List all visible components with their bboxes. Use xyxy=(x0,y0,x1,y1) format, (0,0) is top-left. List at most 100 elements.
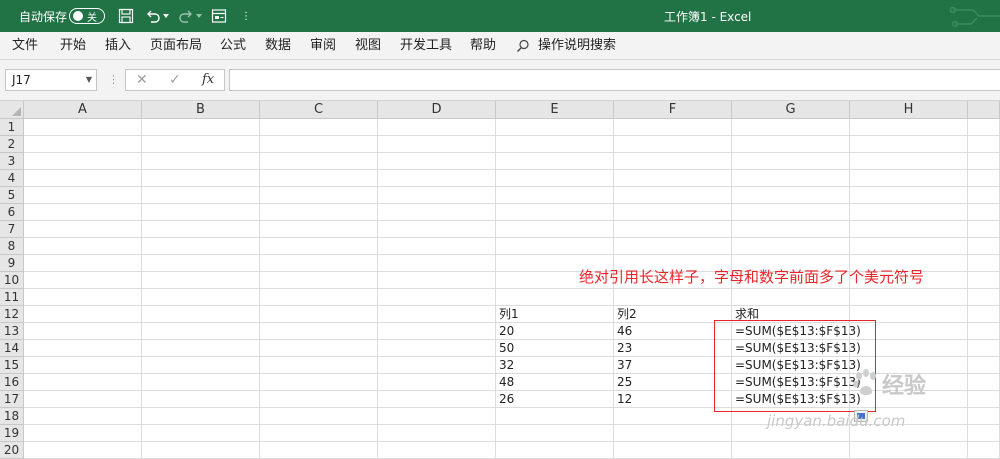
form-icon[interactable] xyxy=(211,8,227,24)
cell-c9[interactable] xyxy=(260,255,378,272)
column-header-g[interactable]: G xyxy=(732,101,850,119)
cell-d2[interactable] xyxy=(378,136,496,153)
cell-a13[interactable] xyxy=(24,323,142,340)
cell-a9[interactable] xyxy=(24,255,142,272)
save-icon[interactable] xyxy=(118,8,134,24)
undo-dropdown-icon[interactable] xyxy=(163,14,169,18)
cell-i7[interactable] xyxy=(968,221,1000,238)
cell-d17[interactable] xyxy=(378,391,496,408)
cell-d3[interactable] xyxy=(378,153,496,170)
cell-e15[interactable]: 32 xyxy=(496,357,614,374)
cell-e18[interactable] xyxy=(496,408,614,425)
cell-i12[interactable] xyxy=(968,306,1000,323)
row-header-4[interactable]: 4 xyxy=(0,170,24,187)
cell-c15[interactable] xyxy=(260,357,378,374)
cell-e1[interactable] xyxy=(496,119,614,136)
row-header-16[interactable]: 16 xyxy=(0,374,24,391)
cell-i14[interactable] xyxy=(968,340,1000,357)
cell-f6[interactable] xyxy=(614,204,732,221)
row-header-8[interactable]: 8 xyxy=(0,238,24,255)
cell-g4[interactable] xyxy=(732,170,850,187)
cell-d11[interactable] xyxy=(378,289,496,306)
cell-i9[interactable] xyxy=(968,255,1000,272)
cell-a2[interactable] xyxy=(24,136,142,153)
cell-d10[interactable] xyxy=(378,272,496,289)
cell-a8[interactable] xyxy=(24,238,142,255)
cell-b9[interactable] xyxy=(142,255,260,272)
cell-c18[interactable] xyxy=(260,408,378,425)
cell-d4[interactable] xyxy=(378,170,496,187)
cell-e19[interactable] xyxy=(496,425,614,442)
cell-a14[interactable] xyxy=(24,340,142,357)
cell-i16[interactable] xyxy=(968,374,1000,391)
cell-d18[interactable] xyxy=(378,408,496,425)
cell-b7[interactable] xyxy=(142,221,260,238)
menu-developer[interactable]: 开发工具 xyxy=(400,32,452,59)
row-header-14[interactable]: 14 xyxy=(0,340,24,357)
row-header-13[interactable]: 13 xyxy=(0,323,24,340)
cell-i10[interactable] xyxy=(968,272,1000,289)
cell-b10[interactable] xyxy=(142,272,260,289)
cell-b4[interactable] xyxy=(142,170,260,187)
cell-h2[interactable] xyxy=(850,136,968,153)
cell-i8[interactable] xyxy=(968,238,1000,255)
cell-g6[interactable] xyxy=(732,204,850,221)
cell-i17[interactable] xyxy=(968,391,1000,408)
cell-c3[interactable] xyxy=(260,153,378,170)
splitter-handle-icon[interactable]: ⋮ xyxy=(108,71,119,89)
redo-icon[interactable] xyxy=(178,8,194,24)
cell-a3[interactable] xyxy=(24,153,142,170)
cell-d8[interactable] xyxy=(378,238,496,255)
cell-g3[interactable] xyxy=(732,153,850,170)
cell-a5[interactable] xyxy=(24,187,142,204)
cell-c13[interactable] xyxy=(260,323,378,340)
cell-e6[interactable] xyxy=(496,204,614,221)
formula-input[interactable] xyxy=(229,69,1000,91)
cell-g2[interactable] xyxy=(732,136,850,153)
cell-i13[interactable] xyxy=(968,323,1000,340)
undo-icon[interactable] xyxy=(145,8,161,24)
column-header-b[interactable]: B xyxy=(142,101,260,119)
menu-view[interactable]: 视图 xyxy=(355,32,381,59)
cell-c17[interactable] xyxy=(260,391,378,408)
menu-data[interactable]: 数据 xyxy=(265,32,291,59)
cell-i6[interactable] xyxy=(968,204,1000,221)
cell-b6[interactable] xyxy=(142,204,260,221)
row-header-6[interactable]: 6 xyxy=(0,204,24,221)
cell-g7[interactable] xyxy=(732,221,850,238)
cell-c10[interactable] xyxy=(260,272,378,289)
cell-b2[interactable] xyxy=(142,136,260,153)
row-header-18[interactable]: 18 xyxy=(0,408,24,425)
cell-e8[interactable] xyxy=(496,238,614,255)
cell-d1[interactable] xyxy=(378,119,496,136)
cell-a10[interactable] xyxy=(24,272,142,289)
cell-i19[interactable] xyxy=(968,425,1000,442)
cell-a12[interactable] xyxy=(24,306,142,323)
cell-e14[interactable]: 50 xyxy=(496,340,614,357)
cell-d19[interactable] xyxy=(378,425,496,442)
cell-b14[interactable] xyxy=(142,340,260,357)
menu-formulas[interactable]: 公式 xyxy=(220,32,246,59)
cell-b12[interactable] xyxy=(142,306,260,323)
cell-h8[interactable] xyxy=(850,238,968,255)
cell-c6[interactable] xyxy=(260,204,378,221)
name-box-dropdown-icon[interactable]: ▼ xyxy=(86,70,92,90)
customize-toolbar-button[interactable]: ⋮ xyxy=(241,0,251,32)
cell-b8[interactable] xyxy=(142,238,260,255)
cell-a7[interactable] xyxy=(24,221,142,238)
cell-b19[interactable] xyxy=(142,425,260,442)
cell-a19[interactable] xyxy=(24,425,142,442)
cell-g11[interactable] xyxy=(732,289,850,306)
menu-insert[interactable]: 插入 xyxy=(105,32,131,59)
row-header-7[interactable]: 7 xyxy=(0,221,24,238)
cell-d14[interactable] xyxy=(378,340,496,357)
menu-page-layout[interactable]: 页面布局 xyxy=(150,32,202,59)
cell-f11[interactable] xyxy=(614,289,732,306)
cell-h3[interactable] xyxy=(850,153,968,170)
cell-e17[interactable]: 26 xyxy=(496,391,614,408)
cell-a6[interactable] xyxy=(24,204,142,221)
cell-a1[interactable] xyxy=(24,119,142,136)
cell-c11[interactable] xyxy=(260,289,378,306)
cell-e16[interactable]: 48 xyxy=(496,374,614,391)
cell-b18[interactable] xyxy=(142,408,260,425)
